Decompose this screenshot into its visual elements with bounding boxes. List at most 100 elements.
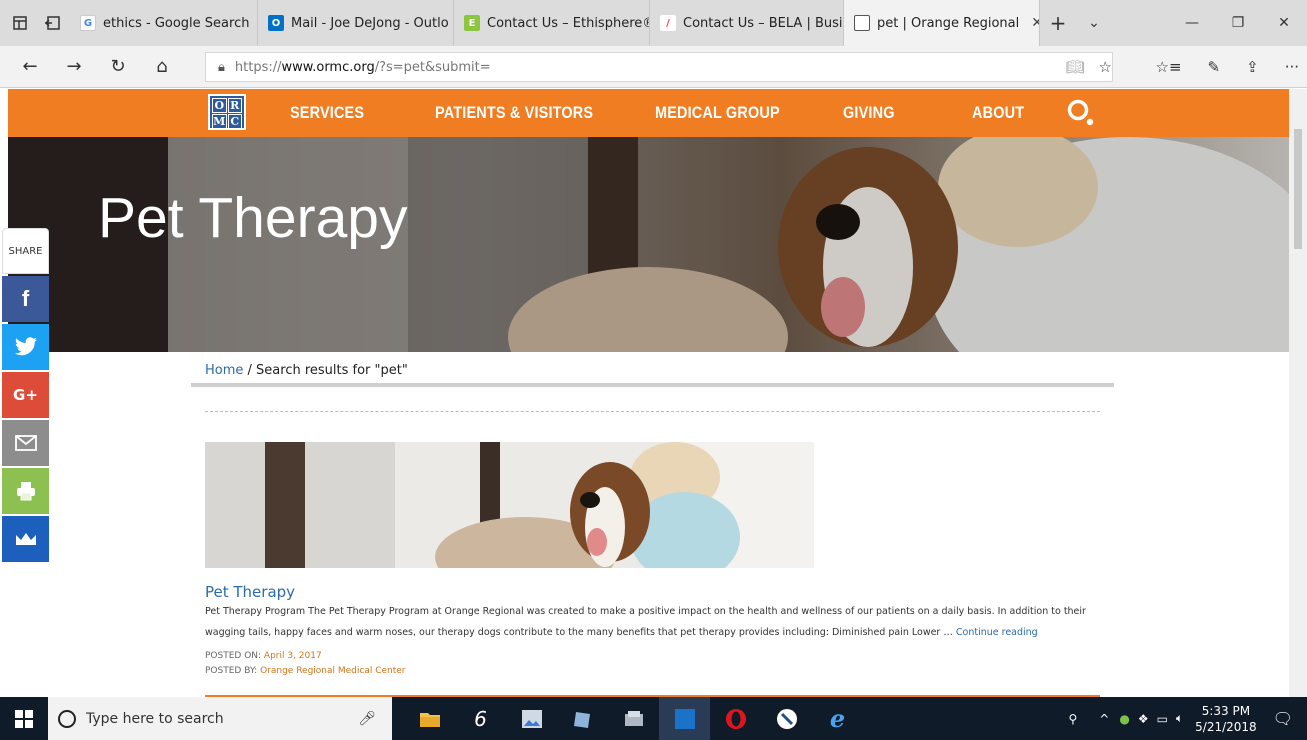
print-button[interactable] bbox=[2, 468, 49, 514]
browser-tab-bar: G ethics - Google Search O Mail - Joe De… bbox=[0, 0, 1307, 46]
bela-icon: / bbox=[660, 15, 676, 31]
email-share-button[interactable] bbox=[2, 420, 49, 466]
refresh-icon[interactable]: ↻ bbox=[96, 56, 140, 77]
close-tab-icon[interactable]: ✕ bbox=[1031, 15, 1039, 31]
printer-icon bbox=[16, 482, 35, 501]
restore-icon[interactable]: ❐ bbox=[1215, 15, 1261, 31]
home-icon[interactable]: ⌂ bbox=[140, 56, 184, 77]
image-app-icon[interactable] bbox=[506, 697, 557, 740]
nav-services[interactable]: SERVICES bbox=[290, 89, 364, 137]
compass-app-icon[interactable] bbox=[761, 697, 812, 740]
pen-icon[interactable]: ✎ bbox=[1208, 58, 1221, 76]
clock-time: 5:33 PM bbox=[1201, 703, 1251, 718]
result-photo bbox=[205, 442, 814, 568]
hero-title: Pet Therapy bbox=[98, 186, 408, 250]
close-window-icon[interactable]: ✕ bbox=[1261, 15, 1307, 31]
nav-about[interactable]: ABOUT bbox=[972, 89, 1024, 137]
cortana-icon bbox=[58, 709, 76, 728]
hero-banner: Pet Therapy bbox=[8, 137, 1297, 352]
continue-reading-link[interactable]: Continue reading bbox=[956, 627, 1038, 638]
more-icon[interactable]: ··· bbox=[1285, 58, 1299, 76]
tab-actions-icon[interactable] bbox=[8, 11, 32, 35]
breadcrumb-divider bbox=[191, 383, 1114, 387]
action-center-icon[interactable]: 🗨︎ bbox=[1273, 709, 1293, 728]
nav-patients-visitors[interactable]: PATIENTS & VISITORS bbox=[435, 89, 593, 137]
logo-letter: R bbox=[227, 98, 242, 113]
back-icon[interactable]: ← bbox=[8, 56, 52, 77]
edge-browser-icon[interactable] bbox=[659, 697, 710, 740]
ormc-logo[interactable]: O R M C bbox=[208, 94, 246, 130]
posted-by-label: POSTED BY: bbox=[205, 666, 261, 676]
breadcrumb-home[interactable]: Home bbox=[205, 363, 243, 378]
files-app-icon[interactable] bbox=[608, 697, 659, 740]
url-input[interactable]: 🔒︎ https://www.ormc.org/?s=pet&submit= bbox=[205, 52, 1113, 82]
result-title-link[interactable]: Pet Therapy bbox=[205, 583, 295, 601]
forward-icon[interactable]: → bbox=[52, 56, 96, 77]
search-icon[interactable] bbox=[1066, 98, 1096, 128]
file-explorer-icon[interactable] bbox=[404, 697, 455, 740]
notes-app-icon[interactable] bbox=[557, 697, 608, 740]
page-scrollbar[interactable] bbox=[1289, 89, 1307, 697]
web-page: O R M C SERVICES PATIENTS & VISITORS MED… bbox=[8, 89, 1297, 697]
scrollbar-thumb[interactable] bbox=[1294, 129, 1302, 249]
opera-icon[interactable] bbox=[710, 697, 761, 740]
favorites-hub-icon[interactable]: ☆≡ bbox=[1156, 58, 1182, 76]
app-6-icon[interactable]: 6 bbox=[455, 697, 506, 740]
breadcrumb-separator: / bbox=[243, 363, 257, 378]
window-controls: — ❐ ✕ bbox=[1169, 0, 1307, 46]
dashed-divider bbox=[205, 411, 1100, 412]
breadcrumb: Home / Search results for "pet" bbox=[205, 363, 408, 378]
set-aside-tabs-icon[interactable] bbox=[40, 11, 64, 35]
reading-view-icon[interactable]: 📖︎ bbox=[1066, 58, 1085, 76]
tray-app-icon[interactable]: ● bbox=[1119, 712, 1129, 726]
tab-outlook-mail[interactable]: O Mail - Joe DeJong - Outlo bbox=[258, 0, 454, 46]
system-tray: ⚲ ^ ● ❖ ▭ 🔈︎ 5:33 PM 5/21/2018 🗨︎ bbox=[1069, 697, 1307, 740]
browser-tools: ☆≡ ✎ ⇪ ··· bbox=[1156, 46, 1299, 88]
minimize-icon[interactable]: — bbox=[1169, 15, 1215, 31]
tab-label: Mail - Joe DeJong - Outlo bbox=[291, 15, 449, 31]
url-actions: 📖︎ ☆ bbox=[1066, 52, 1113, 82]
dropbox-icon[interactable]: ❖ bbox=[1138, 712, 1149, 726]
facebook-share-button[interactable]: f bbox=[2, 276, 49, 322]
share-label: SHARE bbox=[2, 228, 49, 274]
chevron-down-icon[interactable]: ⌄ bbox=[1076, 15, 1112, 31]
taskbar-search-placeholder: Type here to search bbox=[86, 710, 224, 727]
new-tab-icon[interactable]: + bbox=[1040, 11, 1076, 35]
tab-google-search[interactable]: G ethics - Google Search bbox=[70, 0, 258, 46]
result-meta: POSTED ON: April 3, 2017 POSTED BY: Oran… bbox=[205, 649, 406, 679]
posted-on-date[interactable]: April 3, 2017 bbox=[264, 651, 322, 661]
result-excerpt-text: Pet Therapy Program The Pet Therapy Prog… bbox=[205, 606, 1086, 638]
outlook-icon: O bbox=[268, 15, 284, 31]
tab-ormc-pet[interactable]: pet | Orange Regional ✕ bbox=[844, 0, 1040, 46]
googleplus-icon: G+ bbox=[13, 386, 38, 404]
tab-ethisphere-contact[interactable]: E Contact Us – Ethisphere® bbox=[454, 0, 650, 46]
chevron-up-icon[interactable]: ^ bbox=[1099, 712, 1109, 726]
clock[interactable]: 5:33 PM 5/21/2018 bbox=[1195, 703, 1257, 735]
result-thumbnail[interactable] bbox=[205, 442, 814, 568]
taskbar-apps: 6 e bbox=[404, 697, 863, 740]
sumo-more-button[interactable] bbox=[2, 516, 49, 562]
clock-date: 5/21/2018 bbox=[1195, 719, 1257, 734]
posted-on-label: POSTED ON: bbox=[205, 651, 264, 661]
google-icon: G bbox=[80, 15, 96, 31]
tab-label: Contact Us – BELA | Busin bbox=[683, 15, 844, 31]
internet-explorer-icon[interactable]: e bbox=[812, 697, 863, 740]
taskbar-search-box[interactable]: Type here to search 🎤︎ bbox=[48, 697, 392, 740]
tab-label: Contact Us – Ethisphere® bbox=[487, 15, 650, 31]
network-icon[interactable]: ▭ bbox=[1157, 712, 1168, 726]
twitter-icon bbox=[14, 337, 37, 356]
posted-by-author[interactable]: Orange Regional Medical Center bbox=[260, 666, 405, 676]
start-button[interactable] bbox=[0, 709, 48, 728]
result-excerpt: Pet Therapy Program The Pet Therapy Prog… bbox=[205, 601, 1095, 643]
twitter-share-button[interactable] bbox=[2, 324, 49, 370]
nav-giving[interactable]: GIVING bbox=[843, 89, 895, 137]
tab-bela-contact[interactable]: / Contact Us – BELA | Busin bbox=[650, 0, 844, 46]
nav-medical-group[interactable]: MEDICAL GROUP bbox=[655, 89, 780, 137]
people-icon[interactable]: ⚲ bbox=[1069, 712, 1078, 726]
googleplus-share-button[interactable]: G+ bbox=[2, 372, 49, 418]
microphone-icon[interactable]: 🎤︎ bbox=[358, 711, 376, 727]
share-icon[interactable]: ⇪ bbox=[1246, 58, 1259, 76]
volume-icon[interactable]: 🔈︎ bbox=[1176, 711, 1183, 726]
favorite-star-icon[interactable]: ☆ bbox=[1099, 58, 1112, 76]
breadcrumb-current: Search results for "pet" bbox=[256, 363, 408, 378]
